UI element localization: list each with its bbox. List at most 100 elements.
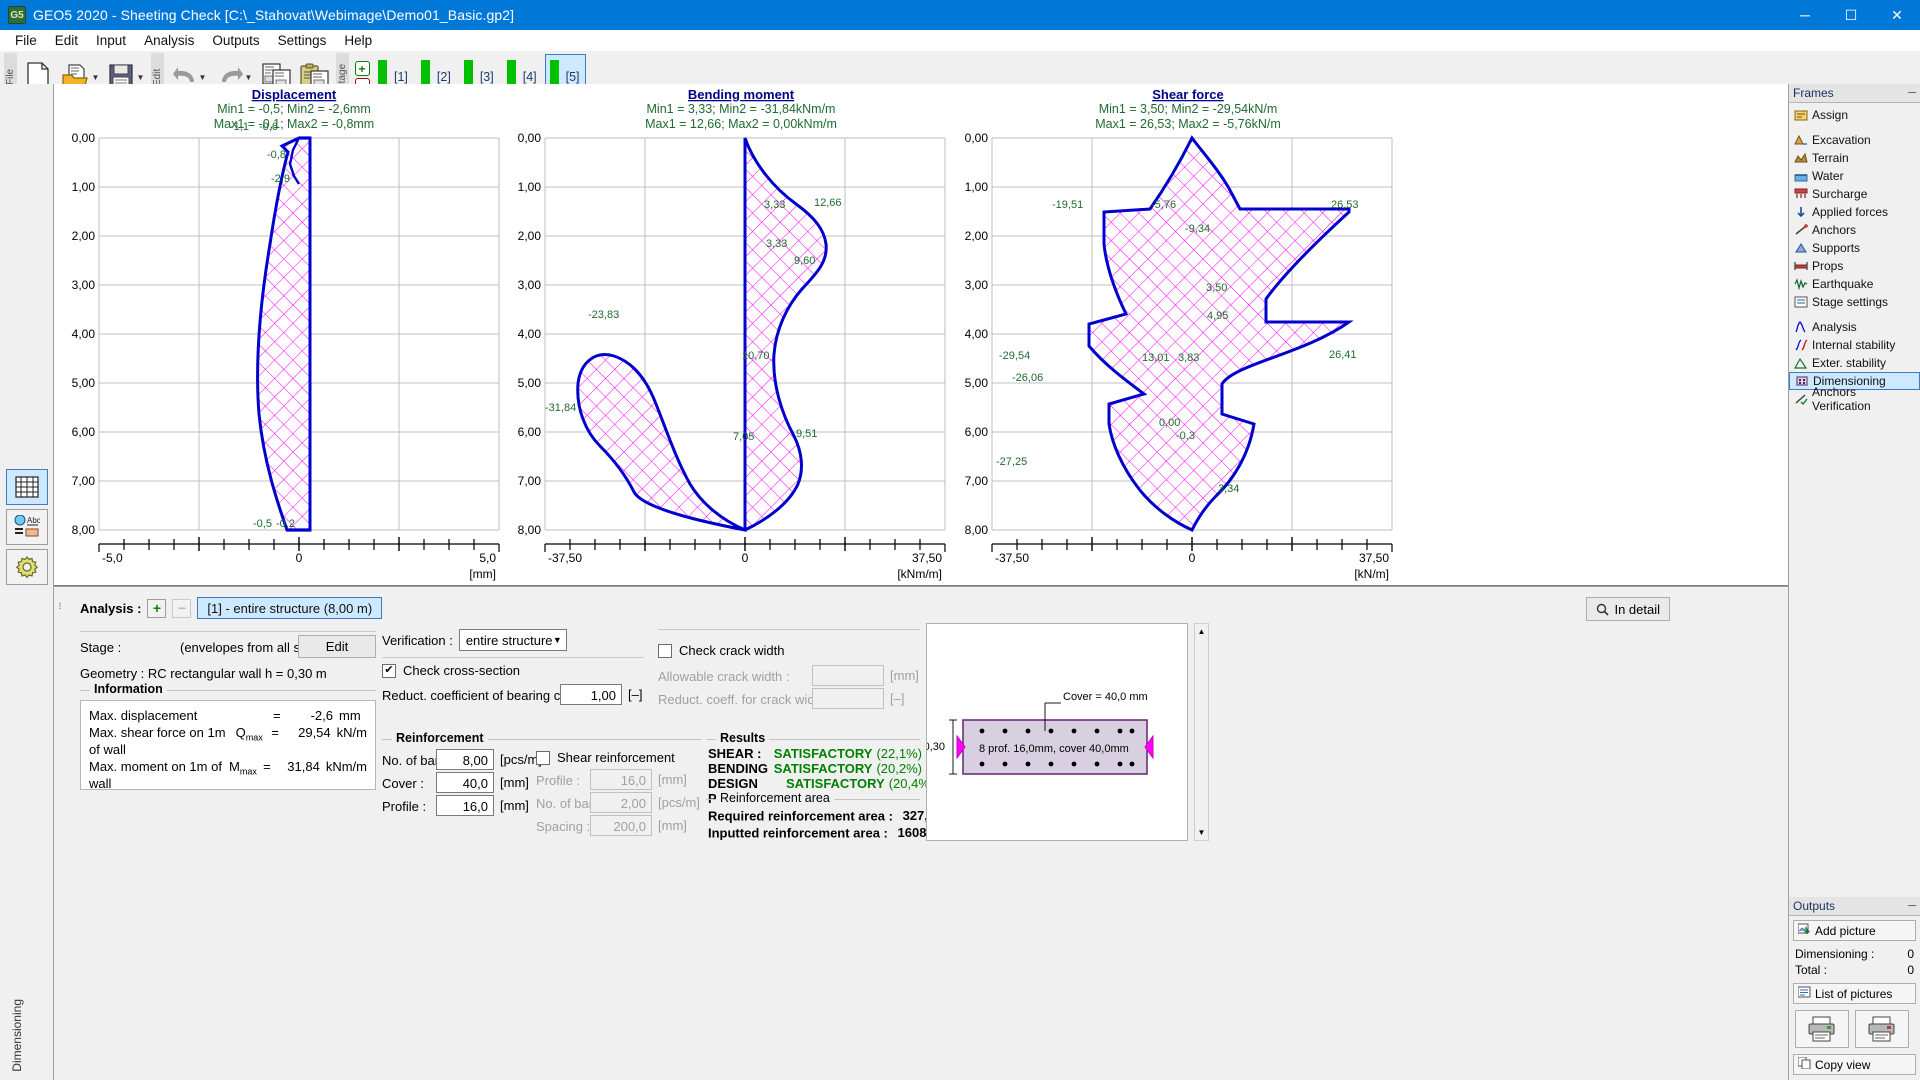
sidebar-item-props[interactable]: Props	[1789, 257, 1920, 275]
svg-text:1,00: 1,00	[72, 180, 96, 194]
total-count-label: Total :	[1795, 963, 1828, 977]
menu-item-edit[interactable]: Edit	[46, 31, 87, 50]
profile-input[interactable]: 16,0	[436, 795, 494, 816]
app-icon: G5	[8, 6, 26, 24]
add-stage-button[interactable]: +	[354, 61, 370, 76]
chart-3-max: Max1 = 26,53; Max2 = -5,76kN/m	[1095, 117, 1281, 131]
shear-bars-input: 2,00	[590, 792, 652, 813]
sidebar-item-internal-stability[interactable]: Internal stability	[1789, 336, 1920, 354]
undo-dropdown-caret[interactable]: ▼	[199, 73, 207, 82]
panel-drag-grip[interactable]: ⁞	[57, 595, 63, 617]
outputs-caption: Outputs	[1793, 899, 1836, 913]
chart-2-min: Min1 = 3,33; Min2 = -31,84kNm/m	[647, 102, 836, 116]
save-file-dropdown-caret[interactable]: ▼	[137, 73, 145, 82]
scroll-up-arrow[interactable]: ▲	[1195, 624, 1208, 639]
redo-dropdown-caret[interactable]: ▼	[245, 73, 253, 82]
sidebar-item-anchors[interactable]: Anchors	[1789, 221, 1920, 239]
add-picture-icon	[1797, 923, 1811, 938]
info-label-2: Max. moment on 1m of wall	[89, 759, 222, 791]
sidebar-item-applied-forces[interactable]: Applied forces	[1789, 203, 1920, 221]
frames-panel-header: Frames ─	[1789, 84, 1920, 103]
no-of-bars-input[interactable]: 8,00	[436, 749, 494, 770]
open-file-dropdown-caret[interactable]: ▼	[92, 73, 100, 82]
chart-1-x-axis: -5,0 0 5,0 [mm]	[98, 537, 500, 581]
svg-text:-27,25: -27,25	[996, 456, 1027, 468]
reduct-coef-input[interactable]: 1,00	[560, 684, 622, 705]
total-count-row: Total : 0	[1793, 962, 1916, 978]
check-cross-section-checkbox[interactable]: ✔	[382, 663, 396, 678]
results-list: SHEAR : SATISFACTORY (22,1%) BENDING : S…	[708, 746, 934, 821]
analysis-icon	[1793, 320, 1808, 334]
svg-text:-37,50: -37,50	[995, 551, 1029, 565]
minimize-button[interactable]: ─	[1782, 0, 1828, 30]
info-row-shear: Max. shear force on 1m of wall Qmax = 29…	[89, 724, 367, 758]
sidebar-item-exter-stability[interactable]: Exter. stability	[1789, 354, 1920, 372]
sidebar-item-supports[interactable]: Supports	[1789, 239, 1920, 257]
in-detail-button[interactable]: In detail	[1586, 597, 1670, 621]
scroll-down-arrow[interactable]: ▼	[1195, 825, 1208, 840]
menu-item-analysis[interactable]: Analysis	[135, 31, 203, 50]
info-unit-2: kNm/m	[325, 759, 368, 774]
chart-1-unit: [mm]	[469, 567, 496, 581]
remove-analysis-button[interactable]: −	[172, 598, 192, 618]
cover-input[interactable]: 40,0	[436, 772, 494, 793]
sidebar-item-anchors-verification[interactable]: Anchors Verification	[1789, 385, 1920, 413]
close-button[interactable]: ✕	[1874, 0, 1920, 30]
copy-view-output-button[interactable]: Copy view	[1793, 1054, 1916, 1075]
annotate-view-button[interactable]: Abc	[6, 509, 48, 545]
frames-collapse-button[interactable]: ─	[1908, 87, 1916, 99]
info-eq-0: =	[273, 708, 281, 723]
verification-select[interactable]: entire structure ▼	[458, 629, 567, 651]
svg-text:-26,06: -26,06	[1012, 372, 1043, 384]
sidebar-item-terrain[interactable]: Terrain	[1789, 149, 1920, 167]
sidebar-item-stage-settings[interactable]: Stage settings	[1789, 293, 1920, 311]
cross-section-preview[interactable]: 0,30 Cover = 40,0 mm 8 prof. 16,0mm, cov…	[924, 623, 1188, 841]
svg-text:-2,9: -2,9	[271, 173, 290, 185]
add-analysis-button[interactable]: +	[147, 598, 167, 618]
menu-item-settings[interactable]: Settings	[269, 31, 336, 50]
reduct-coef-unit: [–]	[628, 687, 643, 702]
left-column-divider	[80, 631, 376, 632]
add-picture-button[interactable]: Add picture	[1793, 920, 1916, 941]
sidebar-item-earthquake[interactable]: Earthquake	[1789, 275, 1920, 293]
exter-stability-icon	[1793, 356, 1808, 370]
shear-reinforcement-checkbox[interactable]	[536, 750, 550, 765]
edit-stage-button[interactable]: Edit	[298, 635, 376, 658]
menu-item-input[interactable]: Input	[87, 31, 135, 50]
menu-item-help[interactable]: Help	[335, 31, 381, 50]
svg-text:0,00: 0,00	[518, 131, 542, 145]
sidebar-item-water[interactable]: Water	[1789, 167, 1920, 185]
frame-item-assign[interactable]: Assign	[1789, 106, 1920, 124]
sidebar-item-analysis[interactable]: Analysis	[1789, 318, 1920, 336]
table-view-button[interactable]	[6, 469, 48, 505]
info-eq-2: =	[263, 759, 271, 774]
title-bar: G5 GEO5 2020 - Sheeting Check [C:\_Staho…	[0, 0, 1920, 30]
chart-2-max: Max1 = 12,66; Max2 = 0,00kNm/m	[645, 117, 837, 131]
svg-text:13,01: 13,01	[1142, 352, 1170, 364]
analysis-tag-1[interactable]: [1] - entire structure (8,00 m)	[197, 597, 383, 619]
chart-3-x-axis: -37,50 0 37,50 [kN/m]	[991, 537, 1393, 581]
cover-note: Cover = 40,0 mm	[1063, 691, 1148, 703]
sidebar-item-surcharge[interactable]: Surcharge	[1789, 185, 1920, 203]
outputs-collapse-button[interactable]: ─	[1908, 900, 1916, 912]
reinforcement-group: Reinforcement	[382, 731, 702, 745]
check-crack-width-checkbox[interactable]	[658, 643, 672, 658]
chart-canvas[interactable]: Displacement Min1 = -0,5; Min2 = -2,6mm …	[54, 84, 1788, 586]
list-of-pictures-button[interactable]: List of pictures	[1793, 983, 1916, 1004]
sidebar-item-excavation[interactable]: Excavation	[1789, 131, 1920, 149]
print-document-button[interactable]	[1855, 1010, 1909, 1048]
reinforcement-caption: Reinforcement	[392, 731, 488, 745]
menu-item-outputs[interactable]: Outputs	[203, 31, 268, 50]
info-value-1: 29,54	[298, 725, 331, 740]
check-crack-width-row[interactable]: Check crack width	[658, 643, 784, 658]
settings-gear-button[interactable]	[6, 549, 48, 585]
menu-item-file[interactable]: File	[6, 31, 46, 50]
info-unit-0: mm	[339, 708, 361, 723]
shear-reinforcement-row[interactable]: Shear reinforcement	[536, 750, 675, 765]
frame-label-terrain: Terrain	[1812, 151, 1849, 165]
preview-scrollbar[interactable]: ▲ ▼	[1194, 623, 1209, 841]
svg-text:12,66: 12,66	[814, 197, 842, 209]
print-picture-button[interactable]	[1795, 1010, 1849, 1048]
maximize-button[interactable]: ☐	[1828, 0, 1874, 30]
check-cross-section-row[interactable]: ✔ Check cross-section	[382, 663, 520, 678]
